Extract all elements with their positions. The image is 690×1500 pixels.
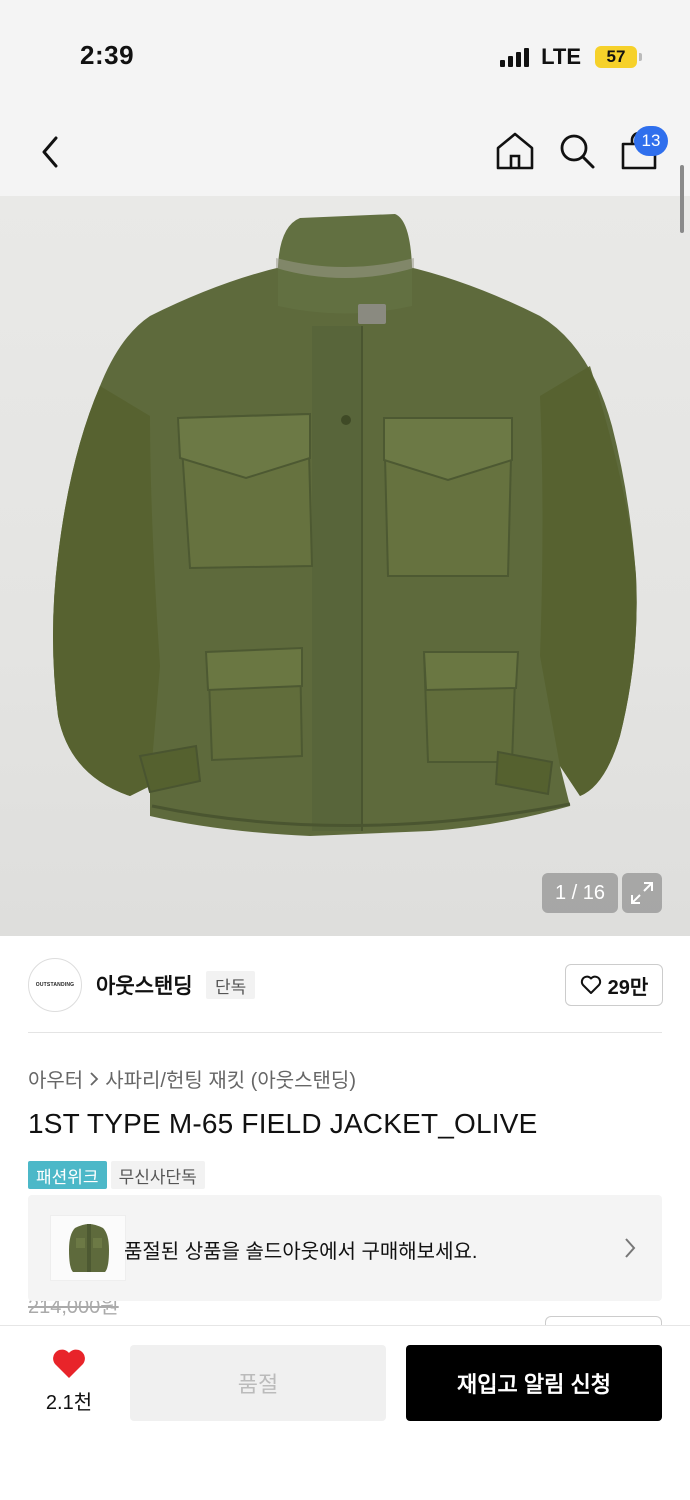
product-badges: 패션위크 무신사단독 — [28, 1161, 205, 1189]
product-title: 1ST TYPE M-65 FIELD JACKET_OLIVE — [28, 1108, 538, 1139]
scroll-indicator — [680, 165, 684, 233]
cart-count-badge: 13 — [634, 126, 668, 156]
soldout-marketplace-banner[interactable]: 품절된 상품을 솔드아웃에서 구매해보세요. — [28, 1195, 662, 1301]
breadcrumb: 아우터 사파리/헌팅 재킷 (아웃스탠딩) — [28, 1064, 356, 1093]
expand-icon — [631, 882, 653, 904]
chevron-right-icon — [90, 1071, 99, 1086]
search-icon — [560, 134, 595, 169]
brand-exclusive-tag: 단독 — [206, 971, 256, 999]
chevron-right-icon — [625, 1238, 636, 1258]
wish-count: 2.1천 — [45, 1392, 93, 1414]
badge-musinsa-exclusive: 무신사단독 — [110, 1161, 205, 1189]
nav-bar — [0, 110, 690, 196]
image-counter: 1 / 16 — [542, 873, 618, 913]
signal-icon — [500, 47, 530, 67]
back-button[interactable] — [30, 132, 70, 172]
breadcrumb-category[interactable]: 아우터 — [28, 1064, 83, 1093]
brand-like-button[interactable]: 29만 — [565, 964, 663, 1006]
status-indicators: LTE 57 — [500, 44, 642, 70]
brand-logo[interactable]: OUTSTANDING — [28, 958, 82, 1012]
search-button[interactable] — [556, 130, 598, 172]
soldout-button: 품절 — [130, 1345, 386, 1421]
product-image-gallery[interactable] — [0, 196, 690, 936]
breadcrumb-subcategory[interactable]: 사파리/헌팅 재킷 (아웃스탠딩) — [105, 1064, 356, 1093]
network-label: LTE — [541, 44, 581, 69]
brand-like-count: 29만 — [607, 976, 649, 999]
battery-level: 57 — [595, 46, 637, 68]
soldout-banner-text: 품절된 상품을 솔드아웃에서 구매해보세요. — [124, 1241, 478, 1263]
badge-fashion-week: 패션위크 — [28, 1161, 107, 1189]
status-time: 2:39 — [80, 40, 135, 70]
brand-name[interactable]: 아웃스탠딩 — [96, 970, 193, 1000]
status-bar: 2:39 LTE 57 — [0, 0, 690, 110]
soldout-thumbnail — [50, 1215, 126, 1281]
wish-button[interactable]: 2.1천 — [38, 1348, 100, 1418]
heart-outline-icon — [580, 975, 601, 994]
expand-image-button[interactable] — [622, 873, 662, 913]
heart-filled-icon — [53, 1349, 85, 1378]
battery-icon: 57 — [595, 46, 642, 68]
back-icon — [42, 136, 58, 168]
home-icon — [496, 132, 534, 170]
jacket-image — [53, 214, 637, 836]
restock-alert-button[interactable]: 재입고 알림 신청 — [406, 1345, 662, 1421]
home-button[interactable] — [494, 130, 536, 172]
divider — [28, 1032, 662, 1033]
